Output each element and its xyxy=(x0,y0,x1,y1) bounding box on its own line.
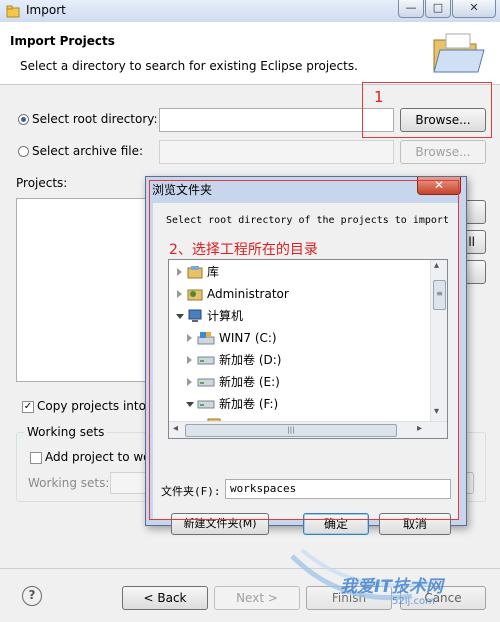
annotation-step-1: 1 xyxy=(374,88,384,106)
help-icon[interactable]: ? xyxy=(22,586,42,606)
working-sets-group-label: Working sets xyxy=(24,425,108,439)
back-button[interactable]: < Back xyxy=(122,586,208,610)
page-title: Import Projects xyxy=(10,34,115,48)
working-sets-label: Working sets: xyxy=(28,476,110,490)
archive-file-radio[interactable] xyxy=(18,146,29,157)
browse-archive-button[interactable]: Browse... xyxy=(400,140,486,164)
watermark-url: 52ij.com xyxy=(392,596,435,607)
copy-projects-checkbox[interactable]: ✓ xyxy=(22,401,34,413)
root-directory-radio[interactable] xyxy=(18,114,29,125)
window-title: Import xyxy=(26,3,66,17)
add-to-working-set-label: Add project to wo xyxy=(45,450,151,464)
open-folder-icon xyxy=(433,33,485,73)
projects-label: Projects: xyxy=(16,176,68,190)
title-bar[interactable]: Import — □ ✕ xyxy=(0,0,500,22)
import-window: Import — □ ✕ Import Projects Select a di… xyxy=(0,0,500,622)
root-directory-label: Select root directory: xyxy=(32,112,158,126)
page-subtitle: Select a directory to search for existin… xyxy=(20,59,358,73)
archive-file-label: Select archive file: xyxy=(32,144,144,158)
root-directory-input[interactable] xyxy=(159,108,394,132)
copy-projects-label: Copy projects into w xyxy=(37,399,160,413)
maximize-button[interactable]: □ xyxy=(425,0,451,18)
minimize-button[interactable]: — xyxy=(398,0,424,18)
archive-file-input[interactable] xyxy=(159,140,394,164)
wizard-header: Import Projects Select a directory to se… xyxy=(0,22,500,85)
working-sets-input[interactable] xyxy=(110,472,150,494)
add-to-working-set-checkbox[interactable] xyxy=(30,452,42,464)
import-app-icon xyxy=(6,5,20,18)
watermark-text: 我爱IT技术网 xyxy=(340,577,443,597)
close-button[interactable]: ✕ xyxy=(452,0,496,18)
annotation-box-2 xyxy=(149,180,459,520)
